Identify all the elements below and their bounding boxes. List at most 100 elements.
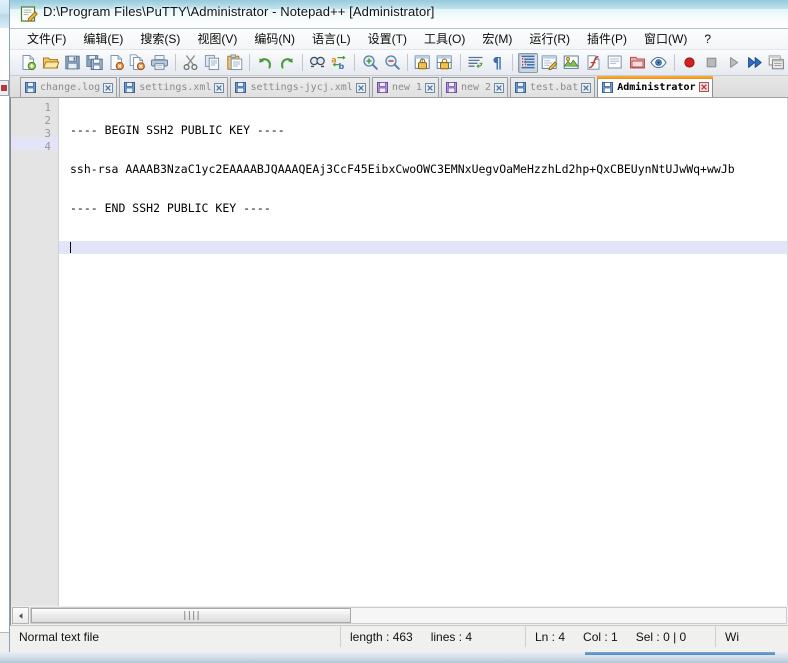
menu-view[interactable]: 视图(V) xyxy=(189,30,246,49)
toolbar-separator-5 xyxy=(406,54,408,71)
close-file-icon[interactable] xyxy=(106,53,126,73)
open-file-icon[interactable] xyxy=(41,53,61,73)
save-all-icon[interactable] xyxy=(84,53,104,73)
save-state-icon xyxy=(445,82,457,93)
tab-label: settings.xml xyxy=(139,82,212,93)
line-number: 2 xyxy=(44,114,51,127)
cut-icon[interactable] xyxy=(181,53,201,73)
find-icon[interactable] xyxy=(308,53,328,73)
folder-as-workspace-icon[interactable] xyxy=(627,53,647,73)
word-wrap-icon[interactable] xyxy=(466,53,486,73)
user-defined-language-icon[interactable] xyxy=(540,53,560,73)
window-bottom-edge xyxy=(0,652,788,663)
status-caret-position[interactable]: Ln : 4 Col : 1 Sel : 0 | 0 xyxy=(526,626,716,647)
zoom-out-icon[interactable] xyxy=(382,53,402,73)
svg-text:¶: ¶ xyxy=(492,54,502,71)
function-list-icon[interactable] xyxy=(584,53,604,73)
menu-search[interactable]: 搜索(S) xyxy=(132,30,189,49)
save-state-icon xyxy=(124,82,136,93)
horizontal-scrollbar[interactable]: |||| xyxy=(10,606,788,625)
status-bar: Normal text file length : 463 lines : 4 … xyxy=(10,625,788,647)
close-icon[interactable] xyxy=(103,82,114,93)
horizontal-scroll-thumb[interactable]: |||| xyxy=(31,608,351,623)
menu-plugins[interactable]: 插件(P) xyxy=(579,30,636,49)
menu-language[interactable]: 语言(L) xyxy=(304,30,360,49)
macro-play-icon[interactable] xyxy=(723,53,743,73)
tab-label: test.bat xyxy=(530,82,579,93)
tab-new-2[interactable]: new 2 xyxy=(440,77,509,97)
status-eol-format[interactable]: Wi xyxy=(716,626,788,647)
status-file-type[interactable]: Normal text file xyxy=(10,626,341,647)
print-icon[interactable] xyxy=(150,53,170,73)
code-line-current[interactable] xyxy=(59,241,787,254)
close-icon[interactable] xyxy=(494,82,505,93)
menu-tools[interactable]: 工具(O) xyxy=(416,30,474,49)
paste-icon[interactable] xyxy=(224,53,244,73)
scroll-left-arrow-icon[interactable] xyxy=(12,607,29,624)
undo-icon[interactable] xyxy=(255,53,275,73)
code-line[interactable]: ssh-rsa AAAAB3NzaC1yc2EAAAABJQAAAQEAj3Cc… xyxy=(59,163,787,176)
menu-window[interactable]: 窗口(W) xyxy=(636,30,696,49)
close-icon[interactable] xyxy=(214,82,225,93)
sync-horizontal-scroll-icon[interactable] xyxy=(435,53,455,73)
save-state-icon xyxy=(25,82,36,93)
menu-macro[interactable]: 宏(M) xyxy=(474,30,521,49)
code-line[interactable]: ---- BEGIN SSH2 PUBLIC KEY ---- xyxy=(59,124,787,137)
code-text[interactable]: ---- BEGIN SSH2 PUBLIC KEY ---- ssh-rsa … xyxy=(59,98,787,606)
macro-save-icon[interactable] xyxy=(767,53,787,73)
line-number: 4 xyxy=(44,140,51,153)
close-icon[interactable] xyxy=(355,82,366,93)
sync-vertical-scroll-icon[interactable] xyxy=(413,53,433,73)
replace-icon[interactable]: a b xyxy=(330,53,350,73)
toolbar-separator-4 xyxy=(354,54,356,71)
tab-change-log[interactable]: change.log xyxy=(20,77,118,97)
save-icon[interactable] xyxy=(63,53,83,73)
close-icon[interactable] xyxy=(424,82,435,93)
menu-run[interactable]: 运行(R) xyxy=(521,30,579,49)
scroll-thumb-grip: |||| xyxy=(182,610,201,621)
document-map-icon[interactable] xyxy=(562,53,582,73)
text-caret xyxy=(70,242,71,253)
indent-guide-icon[interactable] xyxy=(518,52,538,73)
menu-settings[interactable]: 设置(T) xyxy=(360,30,416,49)
tab-settings-xml[interactable]: settings.xml xyxy=(119,77,229,97)
line-number-gutter: 1 2 3 4 xyxy=(11,98,59,606)
svg-text:b: b xyxy=(338,62,344,71)
tab-label: Administrator xyxy=(617,81,696,93)
macro-record-icon[interactable] xyxy=(680,53,700,73)
status-length-lines[interactable]: length : 463 lines : 4 xyxy=(341,626,526,647)
macro-stop-icon[interactable] xyxy=(702,53,722,73)
zoom-in-icon[interactable] xyxy=(360,53,380,73)
macro-play-multiple-icon[interactable] xyxy=(745,53,765,73)
copy-icon[interactable] xyxy=(202,53,222,73)
monitoring-icon[interactable] xyxy=(649,53,669,73)
tab-administrator[interactable]: Administrator xyxy=(597,76,713,97)
horizontal-scroll-track[interactable]: |||| xyxy=(30,607,787,624)
document-switcher-icon[interactable] xyxy=(605,53,625,73)
tab-new-1[interactable]: new 1 xyxy=(371,77,439,97)
save-state-icon xyxy=(376,82,388,93)
code-line[interactable]: ---- END SSH2 PUBLIC KEY ---- xyxy=(59,202,787,215)
close-icon[interactable] xyxy=(698,82,709,92)
close-icon[interactable] xyxy=(581,82,592,93)
tab-test-bat[interactable]: test.bat xyxy=(510,77,596,97)
title-bar: D:\Program Files\PuTTY\Administrator - N… xyxy=(10,0,788,29)
menu-file[interactable]: 文件(F) xyxy=(19,30,75,49)
new-file-icon[interactable] xyxy=(19,53,39,73)
editor-area[interactable]: 1 2 3 4 ---- BEGIN SSH2 PUBLIC KEY ---- … xyxy=(10,98,788,606)
redo-icon[interactable] xyxy=(277,53,297,73)
tab-label: settings-jycj.xml xyxy=(250,82,353,93)
status-length: length : 463 xyxy=(350,629,413,644)
notepad-plus-plus-icon xyxy=(20,5,38,23)
tab-settings-jycj-xml[interactable]: settings-jycj.xml xyxy=(230,77,370,97)
menu-encoding[interactable]: 编码(N) xyxy=(246,30,304,49)
menu-edit[interactable]: 编辑(E) xyxy=(75,30,132,49)
menu-help[interactable]: ? xyxy=(696,30,720,49)
background-window-tab xyxy=(0,80,9,96)
scintilla-view[interactable]: 1 2 3 4 ---- BEGIN SSH2 PUBLIC KEY ---- … xyxy=(11,98,787,606)
tab-label: new 1 xyxy=(391,82,422,93)
close-all-files-icon[interactable] xyxy=(128,53,148,73)
save-state-icon xyxy=(235,82,247,93)
show-all-characters-icon[interactable]: ¶ xyxy=(487,53,507,73)
status-col: Col : 1 xyxy=(583,629,618,644)
